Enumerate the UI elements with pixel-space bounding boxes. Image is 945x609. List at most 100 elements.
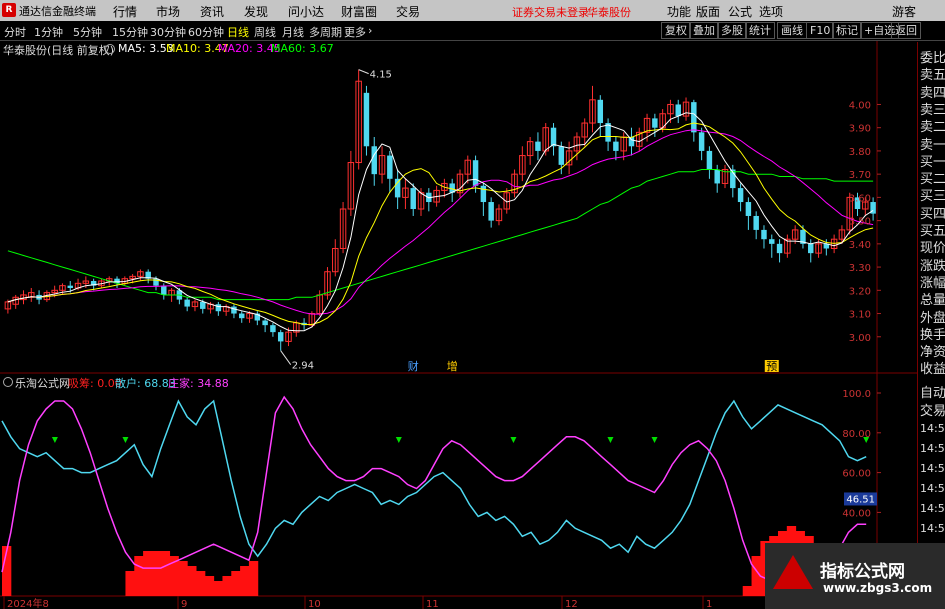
- date-tick-label: 10: [308, 599, 321, 609]
- chart-canvas[interactable]: 4.15 2.94 财 增 预 4.00 3.90 3.80 3.70 3.60 3.50 3.40…: [0, 0, 917, 609]
- low-pointer: [280, 350, 292, 365]
- watermark-text: 指标公式网: [820, 562, 905, 582]
- accumulate-bar: [178, 561, 188, 596]
- watermark-overlay: 指标公式网 www.zbgs3.com: [765, 543, 945, 609]
- candle-body-down: [161, 285, 167, 295]
- price-tick-label: 3.30: [849, 263, 871, 274]
- trade-time-label: 14:56: [920, 442, 945, 455]
- auto-trade-label[interactable]: 交易: [920, 400, 945, 419]
- candle-body-down: [371, 146, 377, 175]
- ma20-line: [7, 129, 874, 315]
- price-tick-label: 3.50: [849, 217, 871, 228]
- high-price-label: 4.15: [370, 70, 392, 81]
- accumulate-bar: [204, 576, 215, 596]
- candle-body-down: [277, 332, 284, 342]
- price-tick-label: 3.90: [849, 124, 871, 135]
- candle-body-down: [558, 146, 565, 165]
- accumulate-bar: [160, 551, 171, 596]
- trade-time-label: 14:56: [920, 482, 945, 495]
- date-tick-label: 1: [706, 599, 712, 609]
- accumulate-bar: [187, 566, 197, 596]
- candle-body-down: [753, 215, 759, 230]
- quote-field-label: 买四: [920, 206, 945, 222]
- candle-body-down: [262, 320, 268, 326]
- quote-field-label: 买五: [920, 224, 945, 239]
- accumulate-bar: [231, 571, 241, 596]
- buy-signal-triangle: [510, 437, 517, 443]
- auto-trade-label[interactable]: 自动: [920, 382, 945, 401]
- buy-signal-triangle: [51, 437, 58, 443]
- quote-field-label: 总量: [920, 293, 945, 309]
- ma5-line: [7, 112, 874, 332]
- candle-body-down: [410, 188, 416, 209]
- quote-field-label: 现价: [920, 241, 945, 257]
- candle-body-down: [550, 127, 557, 147]
- candle-body-down: [808, 243, 814, 254]
- quote-field-label: 涨跌: [920, 258, 945, 274]
- date-tick-label: 12: [565, 599, 578, 609]
- quote-field-label: 委比: [920, 51, 945, 66]
- buy-signal-triangle: [395, 437, 402, 443]
- event-marker: 财: [408, 359, 419, 373]
- quote-field-label: 买二: [920, 172, 945, 188]
- candle-body-down: [184, 299, 190, 307]
- price-tick-label: 3.00: [849, 333, 871, 344]
- candle-body-down: [714, 169, 720, 184]
- accumulate-bar: [222, 576, 232, 596]
- date-tick-label: 2024年8: [7, 597, 49, 609]
- price-tick-label: 3.80: [849, 147, 871, 158]
- indicator-tick-label: 40.00: [842, 508, 871, 519]
- quote-field-label: 卖一: [920, 137, 945, 153]
- dealer-line: [1, 395, 867, 589]
- buy-signal-triangle: [607, 437, 614, 443]
- price-tick-label: 3.40: [849, 240, 871, 251]
- date-tick-label: 11: [426, 599, 439, 609]
- candle-body-down: [472, 160, 479, 186]
- high-pointer: [358, 69, 369, 75]
- ma10-line: [7, 122, 874, 325]
- indicator-tick-label: 100.0: [842, 389, 871, 400]
- date-tick-label: 9: [181, 599, 187, 609]
- candle-body-down: [776, 243, 783, 254]
- event-marker: 增: [447, 359, 458, 373]
- buy-signal-triangle: [651, 437, 658, 443]
- trade-time-label: 14:56: [920, 422, 945, 435]
- candle-body-down: [394, 178, 401, 198]
- accumulate-bar: [151, 551, 162, 596]
- quote-field-label: 卖四: [920, 85, 945, 101]
- candle-body-down: [675, 104, 681, 117]
- candle-body-down: [387, 155, 393, 179]
- trade-time-label: 14:56: [920, 502, 945, 515]
- watermark-logo-icon: [773, 555, 813, 589]
- candle-body-down: [67, 285, 73, 288]
- candle-body-down: [597, 99, 604, 124]
- low-price-label: 2.94: [292, 361, 314, 372]
- quote-field-label: 买三: [920, 189, 945, 205]
- trade-time-label: 14:56: [920, 462, 945, 475]
- candle-body-down: [652, 118, 658, 128]
- trade-time-label: 14:56: [920, 522, 945, 535]
- candle-body-down: [613, 141, 619, 151]
- accumulate-bar: [134, 556, 144, 596]
- quote-field-label: 买一: [920, 154, 945, 170]
- candle-body-down: [691, 102, 697, 133]
- candle-body-down: [769, 239, 775, 244]
- candle-body-down: [706, 150, 713, 170]
- candle-body-down: [239, 313, 245, 319]
- accumulate-bar: [125, 571, 135, 596]
- candle-body-down: [215, 304, 222, 312]
- indicator-tick-label: 60.00: [842, 469, 871, 480]
- quote-field-label: 卖五: [920, 68, 945, 84]
- quote-side-panel: 委比 卖五 卖四 卖三 卖二 卖一 买一 买二 买三 买四 买五 现价 涨跌 涨幅 总量 外盘 换手 净资 收益 自动…: [917, 42, 945, 609]
- current-value-label: 46.51: [846, 494, 875, 505]
- accumulate-bar: [196, 571, 206, 596]
- candle-body-down: [200, 301, 206, 309]
- quote-field-label: 净资: [920, 345, 945, 361]
- accumulate-bar: [143, 551, 153, 596]
- watermark-url: www.zbgs3.com: [823, 581, 933, 595]
- price-tick-label: 3.20: [849, 286, 871, 297]
- accumulate-bar: [248, 561, 259, 596]
- price-tick-label: 4.00: [849, 100, 871, 111]
- candle-body-down: [698, 132, 705, 151]
- candle-body-down: [745, 202, 752, 216]
